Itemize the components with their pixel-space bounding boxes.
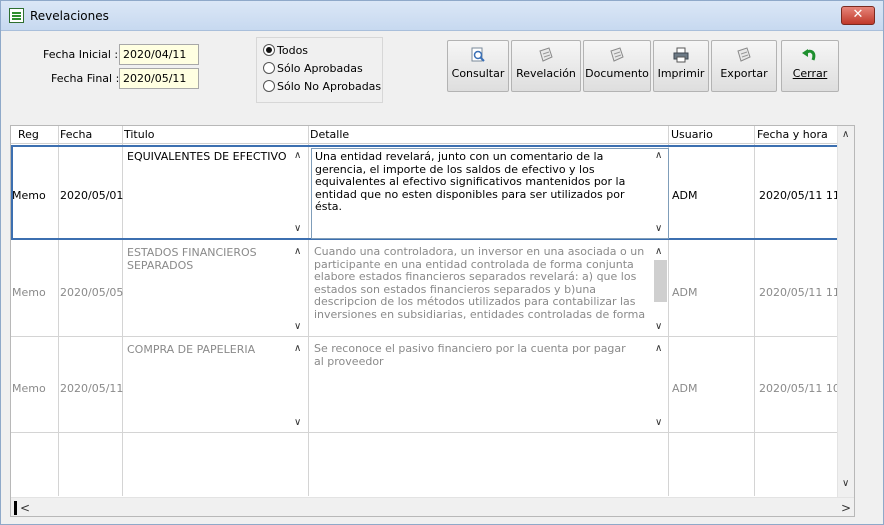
table-row[interactable]: Memo 2020/05/11 COMPRA DE PAPELERIA ∧ ∨ … [11, 338, 854, 433]
row-fecha-hora: 2020/05/11 10:57 [759, 382, 837, 395]
row-usuario: ADM [672, 382, 698, 395]
row-reg: Memo [12, 286, 46, 299]
radio-todos[interactable]: Todos [263, 44, 308, 60]
memo-scroll-up-icon[interactable]: ∧ [655, 343, 662, 354]
radio-solo-aprobadas[interactable]: Sólo Aprobadas [263, 62, 363, 78]
exportar-button[interactable]: Exportar [711, 40, 777, 92]
radio-unselected-icon [263, 62, 275, 74]
close-window-button[interactable]: ✕ [841, 6, 875, 25]
fecha-inicial-input[interactable]: 2020/04/11 [119, 44, 199, 65]
detalle-memo[interactable]: Cuando una controladora, un inversor en … [311, 244, 651, 335]
revelaciones-window: Revelaciones ✕ Fecha Inicial : 2020/04/1… [0, 0, 884, 525]
detalle-memo-editor[interactable]: Una entidad revelará, junto con un comen… [311, 148, 669, 239]
radio-solo-no-aprobadas[interactable]: Sólo No Aprobadas [263, 80, 381, 96]
row-titulo: ESTADOS FINANCIEROS SEPARADOS [127, 246, 257, 272]
col-fecha-header[interactable]: Fecha [60, 128, 92, 141]
row-fecha: 2020/05/05 [60, 286, 124, 299]
memo-scroll-thumb[interactable] [654, 260, 667, 302]
row-fecha-hora: 2020/05/11 11:14 [759, 286, 837, 299]
col-detalle-header[interactable]: Detalle [310, 128, 349, 141]
scroll-left-icon[interactable]: < [20, 501, 30, 515]
row-usuario: ADM [672, 189, 698, 202]
row-reg: Memo [12, 189, 46, 202]
scroll-up-icon[interactable]: ∧ [294, 343, 301, 354]
col-reg-header[interactable]: Reg [18, 128, 39, 141]
fecha-inicial-label: Fecha Inicial : [43, 48, 119, 61]
row-fecha: 2020/05/01 [60, 189, 124, 202]
consultar-button[interactable]: Consultar [447, 40, 509, 92]
scroll-up-icon[interactable]: ∧ [294, 150, 301, 161]
row-titulo: EQUIVALENTES DE EFECTIVO [127, 150, 287, 163]
grid-vertical-scrollbar[interactable]: ∧ ∨ [837, 126, 854, 498]
scroll-down-icon[interactable]: ∨ [294, 417, 301, 428]
row-fecha-hora: 2020/05/11 11:10 [759, 189, 839, 202]
imprimir-button[interactable]: Imprimir [653, 40, 709, 92]
printer-icon [673, 47, 689, 63]
table-row[interactable]: Memo 2020/05/05 ESTADOS FINANCIEROS SEPA… [11, 242, 854, 337]
document-edit-icon [539, 47, 553, 62]
export-icon [737, 47, 751, 62]
title-bar: Revelaciones ✕ [1, 1, 883, 31]
scroll-up-icon[interactable]: ∧ [842, 129, 849, 140]
scroll-down-icon[interactable]: ∨ [294, 321, 301, 332]
revelaciones-grid: Reg Fecha Titulo Detalle Usuario Fecha y… [10, 125, 855, 517]
radio-unselected-icon [263, 80, 275, 92]
radio-selected-icon [263, 44, 275, 56]
fecha-final-label: Fecha Final : [51, 72, 120, 85]
col-usuario-header[interactable]: Usuario [671, 128, 713, 141]
documento-button[interactable]: Documento [583, 40, 651, 92]
approval-filter-group: Todos Sólo Aprobadas Sólo No Aprobadas [256, 37, 383, 103]
row-reg: Memo [12, 382, 46, 395]
memo-scroll-up-icon[interactable]: ∧ [655, 150, 662, 161]
document-icon [610, 47, 624, 62]
memo-scroll-down-icon[interactable]: ∨ [655, 223, 662, 234]
grid-header: Reg Fecha Titulo Detalle Usuario Fecha y… [11, 126, 854, 144]
magnifier-icon [471, 47, 485, 62]
detalle-memo[interactable]: Se reconoce el pasivo financiero por la … [311, 341, 641, 381]
memo-scroll-down-icon[interactable]: ∨ [655, 417, 662, 428]
grid-horizontal-scrollbar[interactable]: < > [11, 497, 854, 516]
text-caret-icon [14, 501, 17, 515]
row-titulo: COMPRA DE PAPELERIA [127, 343, 256, 356]
cerrar-button[interactable]: Cerrar [781, 40, 839, 92]
table-row[interactable]: Memo 2020/05/01 EQUIVALENTES DE EFECTIVO… [11, 145, 854, 240]
window-title: Revelaciones [30, 9, 109, 23]
client-area: Fecha Inicial : 2020/04/11 Fecha Final :… [5, 32, 879, 520]
col-titulo-header[interactable]: Titulo [124, 128, 155, 141]
col-fecha-hora-header[interactable]: Fecha y hora [757, 128, 828, 141]
scroll-right-icon[interactable]: > [841, 501, 851, 515]
scroll-up-icon[interactable]: ∧ [294, 246, 301, 257]
memo-scroll-up-icon[interactable]: ∧ [655, 246, 662, 257]
revelacion-button[interactable]: Revelación [511, 40, 581, 92]
scroll-down-icon[interactable]: ∨ [842, 478, 849, 489]
row-usuario: ADM [672, 286, 698, 299]
undo-arrow-icon [802, 49, 816, 61]
scroll-down-icon[interactable]: ∨ [294, 223, 301, 234]
memo-scroll-down-icon[interactable]: ∨ [655, 321, 662, 332]
app-icon [9, 8, 24, 23]
row-fecha: 2020/05/11 [60, 382, 124, 395]
fecha-final-input[interactable]: 2020/05/11 [119, 68, 199, 89]
